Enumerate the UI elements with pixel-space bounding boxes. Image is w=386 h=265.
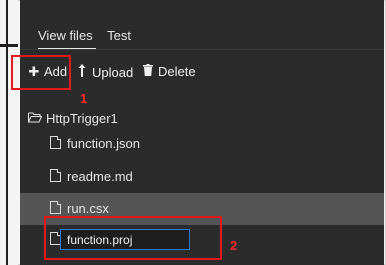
file-row-readme-md[interactable]: readme.md [20, 161, 384, 193]
file-icon [50, 136, 61, 149]
callout-number-2: 2 [230, 238, 238, 253]
upload-label: Upload [92, 65, 134, 80]
trash-icon [142, 64, 154, 79]
tab-divider [20, 49, 384, 50]
delete-label: Delete [158, 64, 196, 79]
left-gutter [0, 0, 18, 265]
gutter-divider [6, 0, 8, 265]
trash-svg [143, 64, 153, 76]
folder-name: HttpTrigger1 [46, 111, 118, 126]
file-name: readme.md [67, 169, 133, 184]
file-name: function.json [67, 136, 140, 151]
callout-box-new-file [44, 216, 222, 260]
folder-svg [28, 112, 43, 123]
file-row-function-json[interactable]: function.json [20, 128, 384, 160]
upload-arrow-icon [76, 64, 88, 80]
callout-box-add [11, 55, 71, 90]
upload-button[interactable]: Upload [76, 64, 133, 80]
tab-test[interactable]: Test [107, 28, 131, 43]
file-name: run.csx [67, 201, 109, 216]
delete-button[interactable]: Delete [142, 64, 196, 79]
tab-view-files[interactable]: View files [38, 28, 93, 43]
file-icon [50, 201, 61, 214]
file-icon [50, 169, 61, 182]
tab-bar: View files Test [38, 27, 141, 50]
callout-number-1: 1 [80, 91, 88, 106]
gutter-tick [0, 44, 18, 47]
folder-open-icon [28, 111, 43, 126]
upload-arrow-svg [78, 64, 86, 77]
folder-row[interactable]: HttpTrigger1 [28, 111, 118, 126]
